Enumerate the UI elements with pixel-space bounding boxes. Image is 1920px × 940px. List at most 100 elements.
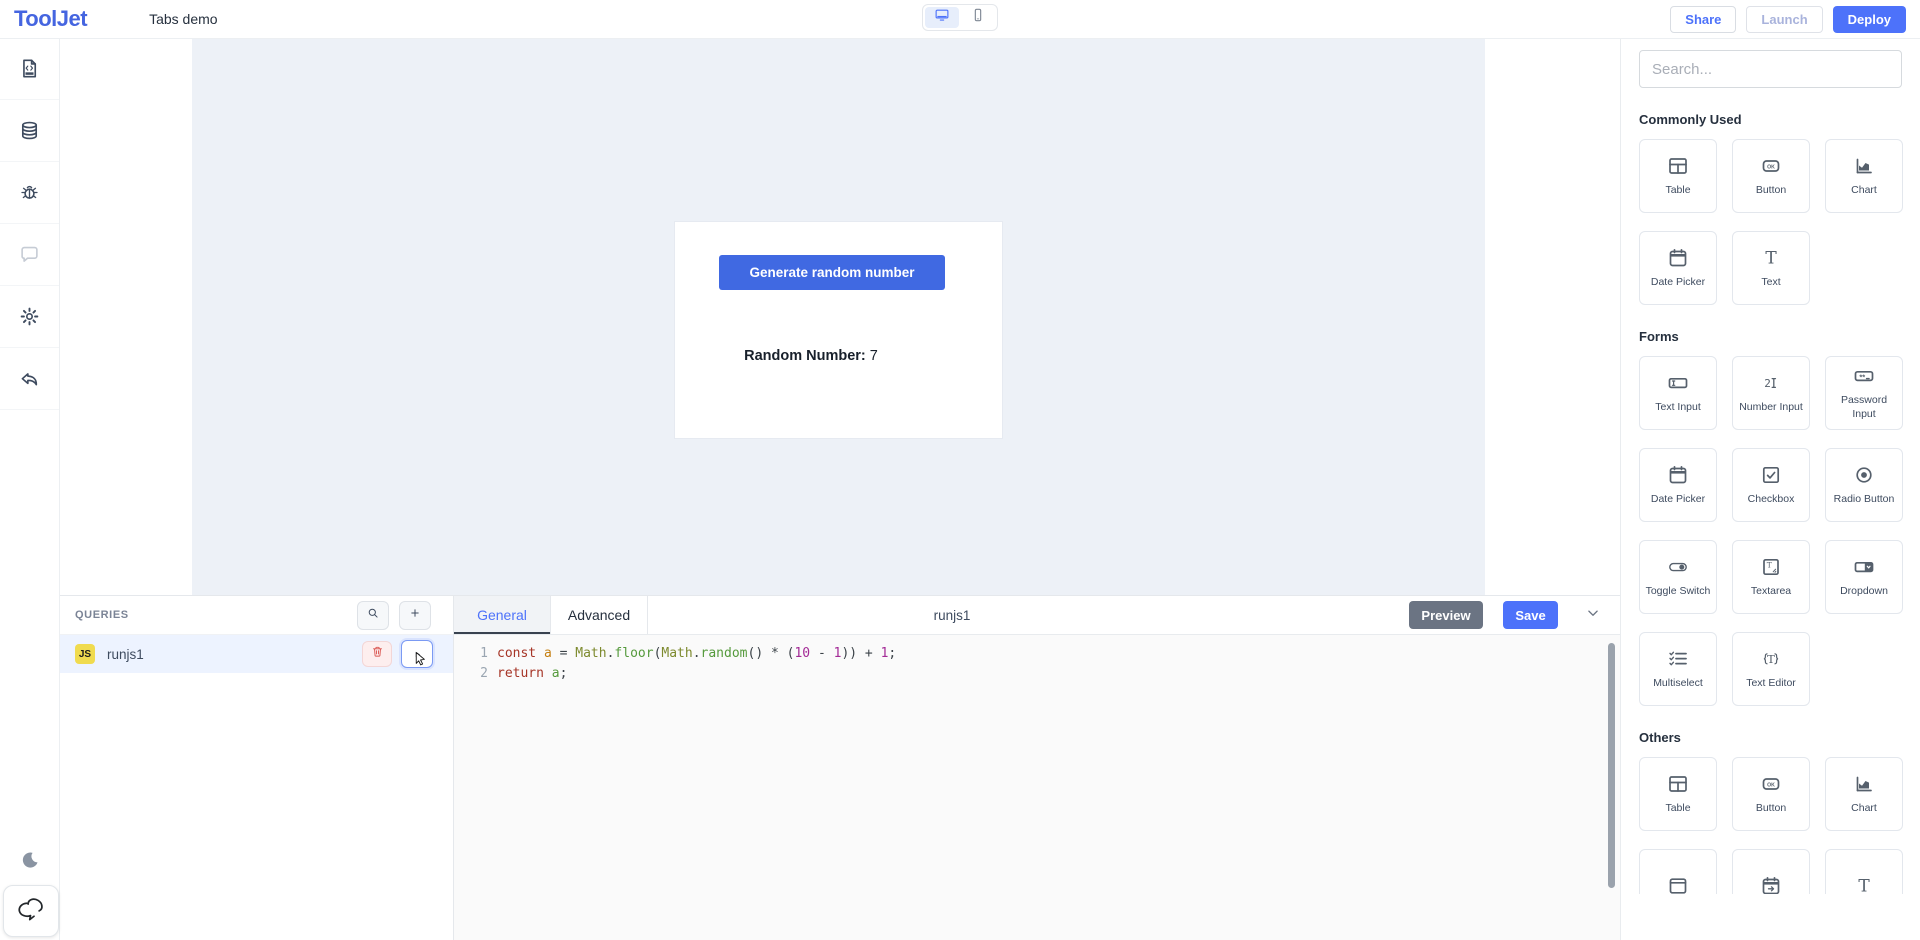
file-code-nav-button[interactable] — [0, 38, 59, 100]
datepicker-icon — [1666, 463, 1690, 487]
widget-card-multiselect[interactable]: Multiselect — [1639, 632, 1717, 706]
generate-random-number-button[interactable]: Generate random number — [719, 255, 945, 290]
widget-label: Button — [1756, 184, 1786, 198]
code-line[interactable]: 2return a; — [454, 664, 1620, 684]
query-editor-pane: GeneralAdvanced runjs1 Preview Save 1con… — [454, 596, 1620, 940]
query-list: JSrunjs1 — [59, 635, 453, 673]
add-query-button[interactable] — [399, 601, 431, 630]
comment-icon — [18, 243, 41, 266]
app-canvas[interactable]: Generate random number Random Number: 7 — [192, 38, 1485, 595]
save-button[interactable]: Save — [1503, 601, 1558, 629]
text-input-icon — [1666, 371, 1690, 395]
trash-icon — [371, 645, 384, 663]
widget-grid: Table OKButtonChart T — [1639, 757, 1902, 923]
widget-grid: Table OK Button Chart Date Picker T Text — [1639, 139, 1902, 305]
widget-label: Chart — [1851, 184, 1877, 198]
widget-search-input[interactable] — [1639, 50, 1902, 88]
password-input-icon: ** — [1852, 364, 1876, 388]
widget-label: Text — [1761, 276, 1780, 290]
widget-card-button[interactable]: OK Button — [1732, 139, 1810, 213]
widget-card-textarea[interactable]: TTextarea — [1732, 540, 1810, 614]
database-nav-button[interactable] — [0, 100, 59, 162]
comment-nav-button[interactable] — [0, 224, 59, 286]
phone-icon — [970, 7, 986, 28]
widget-card-text[interactable]: T Text — [1732, 231, 1810, 305]
line-number: 1 — [454, 644, 497, 664]
widget-card-chart[interactable]: Chart — [1825, 757, 1903, 831]
query-row-runjs1[interactable]: JSrunjs1 — [59, 635, 453, 673]
widget-card-text-input[interactable]: Text Input — [1639, 356, 1717, 430]
widget-card-number-input[interactable]: 2Number Input — [1732, 356, 1810, 430]
widget-label: Date Picker — [1651, 493, 1705, 507]
dark-mode-toggle[interactable] — [0, 849, 59, 876]
collapse-panel-button[interactable] — [1584, 604, 1602, 627]
top-bar: ToolJet Tabs demo Share Launch Deploy — [0, 0, 1920, 39]
container-widget[interactable]: Generate random number Random Number: 7 — [675, 222, 1002, 438]
widget-card-chart[interactable]: Chart — [1825, 139, 1903, 213]
query-search-button[interactable] — [357, 601, 389, 630]
query-editor-actions: Preview Save — [1409, 596, 1620, 634]
run-query-button[interactable] — [401, 640, 433, 668]
query-editor-tab-bar: GeneralAdvanced runjs1 Preview Save — [454, 596, 1620, 635]
topbar-actions: Share Launch Deploy — [1670, 6, 1906, 33]
query-list-pane: QUERIES JSrunjs1 — [59, 596, 454, 940]
widget-label: Checkbox — [1748, 493, 1795, 507]
editor-scrollbar[interactable] — [1608, 643, 1615, 888]
monitor-icon — [934, 7, 950, 28]
mobile-layout-button[interactable] — [961, 7, 995, 28]
widget-card-dropdown[interactable]: Dropdown — [1825, 540, 1903, 614]
launch-button[interactable]: Launch — [1746, 6, 1822, 33]
widget-card-text-icon[interactable]: T — [1825, 849, 1903, 923]
widget-label: Text Editor — [1746, 677, 1796, 691]
share-button[interactable]: Share — [1670, 6, 1736, 33]
text-icon: T — [1852, 874, 1876, 898]
widget-card-modal-icon[interactable] — [1639, 849, 1717, 923]
widget-card-radio-button[interactable]: Radio Button — [1825, 448, 1903, 522]
svg-text:2: 2 — [1764, 377, 1771, 390]
code-editor[interactable]: 1const a = Math.floor(Math.random() * (1… — [454, 635, 1620, 940]
gear-nav-button[interactable] — [0, 286, 59, 348]
undo-nav-button[interactable] — [0, 348, 59, 410]
widget-card-date-picker[interactable]: Date Picker — [1639, 231, 1717, 305]
datepicker-icon — [1666, 246, 1690, 270]
moon-icon — [19, 849, 41, 876]
svg-text:OK: OK — [1767, 782, 1775, 788]
random-number-text[interactable]: Random Number: 7 — [691, 348, 931, 364]
database-icon — [18, 119, 41, 142]
tooljet-app-builder: ToolJet Tabs demo Share Launch Deploy Ge… — [0, 0, 1920, 940]
tab-advanced[interactable]: Advanced — [551, 596, 648, 634]
chat-icon — [16, 894, 46, 929]
widget-card-toggle-switch[interactable]: Toggle Switch — [1639, 540, 1717, 614]
widget-card-table[interactable]: Table — [1639, 757, 1717, 831]
widget-card-password-input[interactable]: **Password Input — [1825, 356, 1903, 430]
widget-card-table[interactable]: Table — [1639, 139, 1717, 213]
chart-icon — [1852, 772, 1876, 796]
widget-card-date-picker[interactable]: Date Picker — [1639, 448, 1717, 522]
tooljet-logo[interactable]: ToolJet — [14, 6, 87, 32]
widget-card-calendar-icon[interactable] — [1732, 849, 1810, 923]
bug-nav-button[interactable] — [0, 162, 59, 224]
widget-label: Table — [1665, 802, 1690, 816]
widget-card-text-editor[interactable]: TText Editor — [1732, 632, 1810, 706]
preview-button[interactable]: Preview — [1409, 601, 1483, 629]
widget-sidebar: Commonly UsedTableOKButtonChartDate Pick… — [1620, 38, 1920, 940]
code-lines: 1const a = Math.floor(Math.random() * (1… — [454, 644, 1620, 684]
desktop-layout-button[interactable] — [925, 7, 959, 28]
app-title[interactable]: Tabs demo — [149, 11, 217, 27]
text-icon: T — [1759, 246, 1783, 270]
button-icon: OK — [1759, 154, 1783, 178]
deploy-button[interactable]: Deploy — [1833, 6, 1906, 33]
tab-general[interactable]: General — [454, 596, 551, 634]
code-line[interactable]: 1const a = Math.floor(Math.random() * (1… — [454, 644, 1620, 664]
support-chat-launcher[interactable] — [3, 885, 59, 937]
js-badge: JS — [75, 644, 95, 664]
widget-card-checkbox[interactable]: Checkbox — [1732, 448, 1810, 522]
widget-section-title: Others — [1639, 730, 1902, 745]
delete-query-button[interactable] — [362, 641, 392, 667]
widget-label: Date Picker — [1651, 276, 1705, 290]
widget-label: Text Input — [1655, 401, 1701, 415]
widget-card-button[interactable]: OKButton — [1732, 757, 1810, 831]
svg-text:T: T — [1765, 249, 1777, 269]
widget-label: Multiselect — [1653, 677, 1703, 691]
toggle-icon — [1666, 555, 1690, 579]
